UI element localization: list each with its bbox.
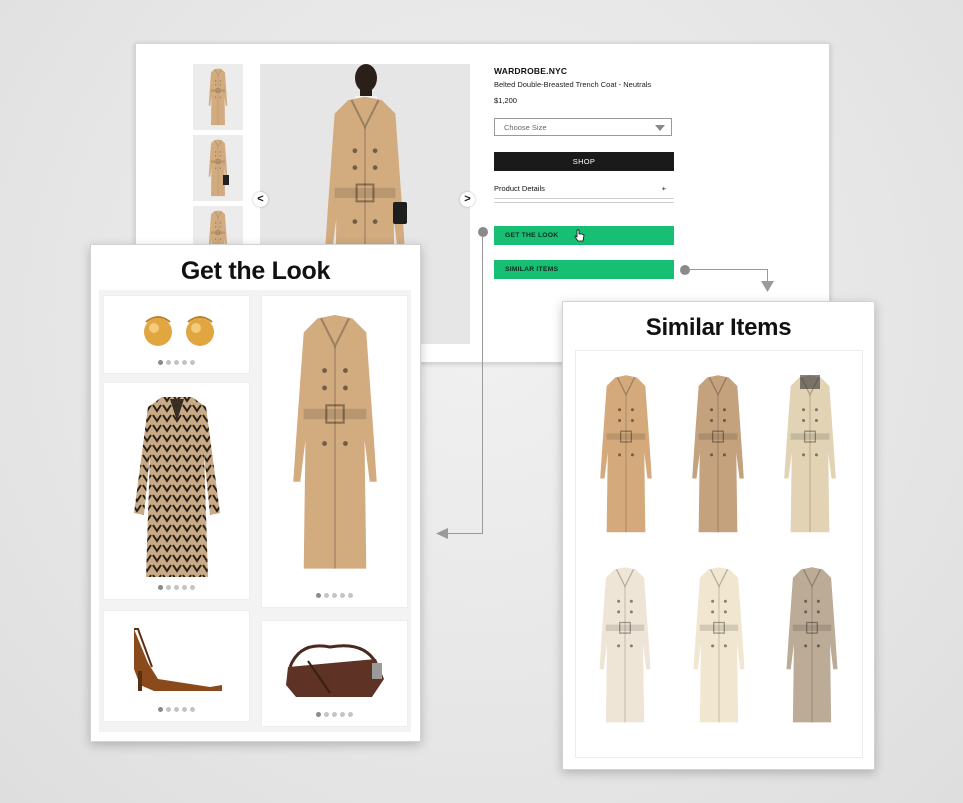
get-the-look-label: GET THE LOOK (505, 232, 559, 239)
carousel-pager[interactable] (262, 712, 407, 717)
arrow-left-icon (436, 528, 448, 539)
earrings-image (144, 316, 214, 346)
connector-line (448, 533, 483, 534)
product-details-label: Product Details (494, 184, 545, 193)
carousel-pager[interactable] (104, 585, 249, 590)
product-name: Belted Double-Breasted Trench Coat - Neu… (494, 80, 652, 89)
thumbnail-3[interactable] (193, 206, 243, 244)
product-price: $1,200 (494, 96, 517, 105)
brand-name: WARDROBE.NYC (494, 66, 568, 76)
look-item-slingback-pump[interactable] (103, 610, 250, 722)
similar-items-card: Similar Items (562, 301, 875, 770)
carousel-pager[interactable] (104, 707, 249, 712)
connector-dot-get-the-look (478, 227, 488, 237)
hand-cursor-icon (574, 229, 585, 242)
divider (494, 198, 674, 199)
similar-item-3[interactable] (776, 371, 844, 543)
plus-icon: + (661, 184, 666, 193)
bag-image (286, 644, 384, 697)
divider (494, 202, 674, 203)
get-the-look-button[interactable]: GET THE LOOK (494, 226, 674, 245)
look-item-shoulder-bag[interactable] (261, 620, 408, 727)
arrow-down-icon (761, 281, 774, 292)
card-title: Get the Look (180, 257, 331, 285)
look-item-trench-coat[interactable] (261, 295, 408, 608)
similar-item-4[interactable] (584, 563, 666, 733)
thumbnail-2[interactable] (193, 135, 243, 201)
carousel-pager[interactable] (262, 593, 407, 598)
connector-line (689, 269, 767, 270)
trench-coat-image (292, 313, 378, 570)
similar-item-2[interactable] (684, 371, 752, 543)
prev-image-button[interactable]: < (253, 192, 268, 207)
card-title: Similar Items (645, 314, 792, 341)
similar-items-grid (575, 350, 863, 758)
shop-button[interactable]: SHOP (494, 152, 674, 171)
connector-dot-similar-items (680, 265, 690, 275)
similar-item-1[interactable] (592, 371, 660, 543)
next-image-button[interactable]: > (460, 192, 475, 207)
similar-item-5[interactable] (682, 563, 756, 733)
pump-image (134, 628, 222, 691)
similar-items-button[interactable]: SIMILAR ITEMS (494, 260, 674, 279)
look-grid (99, 290, 411, 732)
similar-item-6[interactable] (772, 563, 852, 733)
look-item-earrings[interactable] (103, 295, 250, 374)
carousel-pager[interactable] (104, 360, 249, 365)
chevron-down-icon (655, 125, 665, 131)
size-select[interactable]: Choose Size (494, 118, 672, 136)
get-the-look-card: Get the Look (90, 244, 421, 742)
look-item-dress[interactable] (103, 382, 250, 600)
thumbnail-1[interactable] (193, 64, 243, 130)
dress-image (134, 397, 220, 577)
connector-line (482, 236, 483, 534)
size-select-label: Choose Size (504, 123, 547, 132)
